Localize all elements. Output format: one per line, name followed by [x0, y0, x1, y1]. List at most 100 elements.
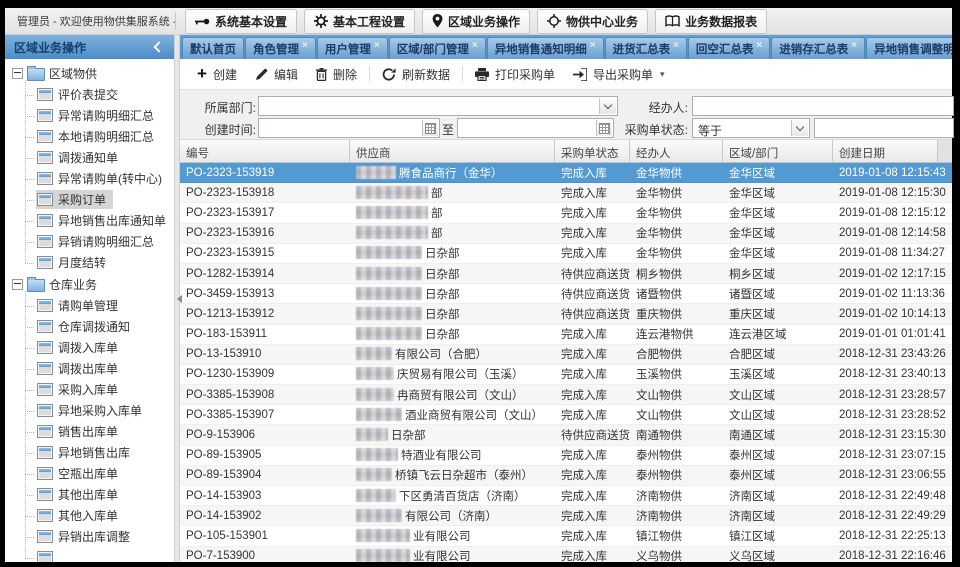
- table-row[interactable]: PO-183-153911日杂部完成入库连云港物供连云港区域2019-01-01…: [180, 325, 952, 345]
- table-row[interactable]: PO-14-153902有限公司（济南）完成入库济南物供济南区域2018-12-…: [180, 506, 952, 526]
- table-row[interactable]: PO-105-153901业有限公司完成入库镇江物供镇江区域2018-12-31…: [180, 526, 952, 546]
- expander-minus-icon[interactable]: [12, 279, 23, 290]
- tab[interactable]: 异地销售调整明细×: [866, 37, 952, 59]
- sidebar-item-inner: 空瓶出库单: [36, 464, 125, 483]
- tab-close-icon[interactable]: ×: [472, 41, 478, 50]
- tab-close-icon[interactable]: ×: [302, 41, 308, 50]
- sidebar-item-inner: 异地采购入库单: [36, 401, 149, 420]
- agent-input[interactable]: [692, 96, 954, 116]
- cell-status: 完成入库: [555, 225, 630, 241]
- target-button[interactable]: 物供中心业务: [537, 9, 648, 34]
- status-operator-select[interactable]: 等于: [692, 118, 810, 138]
- sidebar-item[interactable]: 仓库调拨通知: [25, 316, 174, 337]
- tab[interactable]: 区域/部门管理×: [389, 37, 486, 59]
- export-button[interactable]: 导出采购单▾: [564, 62, 674, 87]
- sidebar-item-partial[interactable]: [25, 547, 174, 562]
- tab-close-icon[interactable]: ×: [756, 41, 762, 50]
- sidebar-item[interactable]: 异地采购入库单: [25, 400, 174, 421]
- created-from-calendar-button[interactable]: [422, 120, 438, 136]
- created-from-input[interactable]: [258, 118, 440, 138]
- tab-close-icon[interactable]: ×: [374, 41, 380, 50]
- sidebar-item[interactable]: 本地请购明细汇总: [25, 126, 174, 147]
- sidebar-item[interactable]: 调拨入库单: [25, 337, 174, 358]
- table-row[interactable]: PO-1230-153909庆贸易有限公司（玉溪）完成入库玉溪物供玉溪区域201…: [180, 365, 952, 385]
- table-row[interactable]: PO-14-153903下区勇清百货店（济南）完成入库济南物供济南区域2018-…: [180, 486, 952, 506]
- table-row[interactable]: PO-89-153904桥镇飞云日杂超市（泰州）完成入库泰州物供泰州区域2018…: [180, 466, 952, 486]
- collapse-sidebar-icon[interactable]: [153, 41, 164, 52]
- sidebar-item[interactable]: 异销请购明细汇总: [25, 231, 174, 252]
- department-dropdown-arrow-icon[interactable]: [599, 98, 616, 114]
- tree-folder[interactable]: 仓库业务: [12, 273, 174, 295]
- book-button[interactable]: 业务数据报表: [655, 9, 767, 34]
- tab[interactable]: 用户管理×: [317, 37, 388, 59]
- sidebar-item[interactable]: 销售出库单: [25, 421, 174, 442]
- table-row[interactable]: PO-2323-153918部完成入库金华物供金华区域2019-01-08 12…: [180, 183, 952, 203]
- tab[interactable]: 进销存汇总表×: [771, 37, 865, 59]
- tree-folder[interactable]: 区域物供: [12, 62, 174, 84]
- sidebar-item[interactable]: 其他入库单: [25, 505, 174, 526]
- sidebar-item-label: 销售出库单: [58, 423, 118, 440]
- tab[interactable]: 进货汇总表×: [605, 37, 687, 59]
- cell-date: 2019-01-02 11:13:36: [833, 288, 952, 300]
- cell-po: PO-14-153903: [180, 490, 350, 502]
- pin-button[interactable]: 区域业务操作: [422, 9, 530, 34]
- tab[interactable]: 默认首页: [182, 37, 244, 59]
- column-header[interactable]: 编号: [180, 140, 350, 162]
- table-row[interactable]: PO-9-153906日杂部待供应商送货南通物供南通区域2018-12-31 2…: [180, 425, 952, 445]
- column-header[interactable]: 创建日期: [833, 140, 952, 162]
- refresh-button[interactable]: 刷新数据: [373, 62, 459, 87]
- gear-button[interactable]: 基本工程设置: [304, 9, 415, 34]
- table-row[interactable]: PO-1213-153912日杂部待供应商送货重庆物供重庆区域2019-01-0…: [180, 304, 952, 324]
- department-select[interactable]: [258, 96, 618, 116]
- column-header[interactable]: 区域/部门: [723, 140, 833, 162]
- table-row[interactable]: PO-1282-153914日杂部待供应商送货桐乡物供桐乡区域2019-01-0…: [180, 264, 952, 284]
- sidebar-item[interactable]: 采购入库单: [25, 379, 174, 400]
- sidebar-item[interactable]: 异常请购单(转中心): [25, 168, 174, 189]
- delete-button[interactable]: 删除: [307, 62, 366, 87]
- sidebar-item[interactable]: 评价表提交: [25, 84, 174, 105]
- sidebar-item[interactable]: 其他出库单: [25, 484, 174, 505]
- column-header[interactable]: 供应商: [350, 140, 555, 162]
- table-row[interactable]: PO-7-153900业有限公司完成入库义乌物供义乌区域2018-12-31 2…: [180, 547, 952, 562]
- column-header[interactable]: 经办人: [630, 140, 723, 162]
- key-button[interactable]: 系统基本设置: [185, 9, 297, 34]
- status-dropdown-arrow-icon[interactable]: [791, 120, 808, 136]
- tab-close-icon[interactable]: ×: [590, 41, 596, 50]
- sidebar-item[interactable]: 调拨通知单: [25, 147, 174, 168]
- sidebar-item[interactable]: 异地销售出库: [25, 442, 174, 463]
- table-row[interactable]: PO-3385-153908冉商贸有限公司（文山）完成入库文山物供文山区域201…: [180, 385, 952, 405]
- table-row[interactable]: PO-13-153910有限公司（合肥）完成入库合肥物供合肥区域2018-12-…: [180, 345, 952, 365]
- sidebar-item[interactable]: 异常请购明细汇总: [25, 105, 174, 126]
- cell-status: 待供应商送货: [555, 427, 630, 443]
- table-row[interactable]: PO-2323-153917部完成入库金华物供金华区域2019-01-08 12…: [180, 203, 952, 223]
- status-value-input[interactable]: [814, 118, 954, 138]
- table-row[interactable]: PO-2323-153919腾食品商行（金华）完成入库金华物供金华区域2019-…: [180, 163, 952, 183]
- tab[interactable]: 回空汇总表×: [688, 37, 770, 59]
- print-button[interactable]: 打印采购单: [466, 62, 564, 87]
- edit-button[interactable]: 编辑: [246, 62, 307, 87]
- sidebar-item[interactable]: 空瓶出库单: [25, 463, 174, 484]
- tab-close-icon[interactable]: ×: [673, 41, 679, 50]
- tab[interactable]: 角色管理×: [245, 37, 316, 59]
- table-row[interactable]: PO-89-153905特酒业有限公司完成入库泰州物供泰州区域2018-12-3…: [180, 446, 952, 466]
- expander-minus-icon[interactable]: [12, 68, 23, 79]
- create-button[interactable]: +创建: [188, 62, 246, 87]
- sidebar-item[interactable]: 异销出库调整: [25, 526, 174, 547]
- table-row[interactable]: PO-2323-153916部完成入库金华物供金华区域2019-01-08 12…: [180, 224, 952, 244]
- column-header[interactable]: 采购单状态: [555, 140, 630, 162]
- sidebar-item-label: 异销请购明细汇总: [58, 233, 154, 250]
- table-row[interactable]: PO-3385-153907酒业商贸有限公司（文山）完成入库文山物供文山区域20…: [180, 405, 952, 425]
- sidebar-item[interactable]: 采购订单: [25, 189, 174, 210]
- sidebar-item[interactable]: 异地销售出库通知单: [25, 210, 174, 231]
- created-to-input[interactable]: [457, 118, 614, 138]
- tab-close-icon[interactable]: ×: [851, 41, 857, 50]
- form-icon: [37, 193, 53, 206]
- supplier-text: 日杂部: [425, 309, 460, 321]
- table-row[interactable]: PO-3459-153913日杂部待供应商送货诸暨物供诸暨区域2019-01-0…: [180, 284, 952, 304]
- cell-agent: 镇江物供: [630, 528, 723, 544]
- sidebar-item[interactable]: 调拨出库单: [25, 358, 174, 379]
- tab[interactable]: 异地销售通知明细×: [487, 37, 604, 59]
- sidebar-item[interactable]: 请购单管理: [25, 295, 174, 316]
- table-row[interactable]: PO-2323-153915日杂部完成入库金华物供金华区域2019-01-08 …: [180, 244, 952, 264]
- sidebar-item[interactable]: 月度结转: [25, 252, 174, 273]
